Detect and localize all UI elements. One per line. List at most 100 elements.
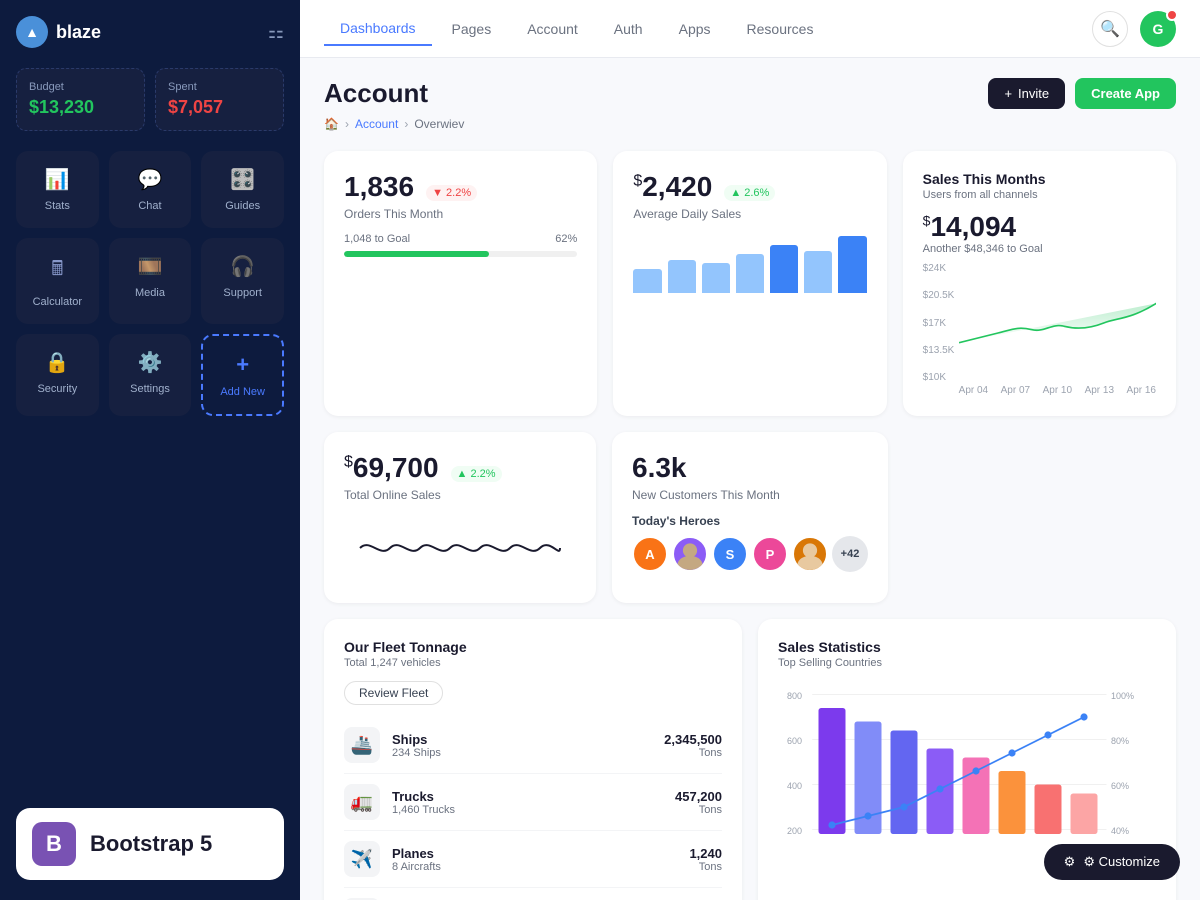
bootstrap-badge: B Bootstrap 5 (16, 808, 284, 880)
page-header: Account + Invite Create App (324, 78, 1176, 109)
plus-icon: + (1004, 86, 1012, 101)
bar-5 (770, 245, 798, 293)
heroes-avatars: A S P +42 (632, 536, 868, 572)
sidebar-item-support[interactable]: 🎧 Support (201, 238, 284, 324)
tab-pages[interactable]: Pages (436, 12, 508, 46)
daily-sales-card: $2,420 ▲ 2.6% Average Daily Sales (613, 151, 886, 416)
online-sales-value: $69,700 (344, 452, 439, 484)
top-nav: Dashboards Pages Account Auth Apps Resou… (300, 0, 1200, 58)
fleet-card: Our Fleet Tonnage Total 1,247 vehicles R… (324, 619, 742, 900)
hero-avatar-4: P (752, 536, 788, 572)
page-actions: + Invite Create App (988, 78, 1176, 109)
chart-x-labels: Apr 04 Apr 07 Apr 10 Apr 13 Apr 16 (923, 385, 1156, 396)
sidebar-item-calculator[interactable]: 🖩 Calculator (16, 238, 99, 324)
heroes-title: Today's Heroes (632, 514, 868, 528)
bootstrap-label: Bootstrap 5 (90, 831, 212, 857)
trucks-unit: Tons (675, 804, 722, 816)
top-nav-actions: 🔍 G (1092, 11, 1176, 47)
bar-2 (668, 260, 696, 293)
sales-goal-text: Another $48,346 to Goal (923, 243, 1156, 255)
bar-7 (838, 236, 866, 293)
sidebar-item-media[interactable]: 🎞️ Media (109, 238, 192, 324)
customize-button[interactable]: ⚙ ⚙ Customize (1044, 844, 1180, 880)
fleet-row-ships: 🚢 Ships 234 Ships 2,345,500 Tons (344, 717, 722, 774)
new-customers-value: 6.3k (632, 452, 868, 484)
breadcrumb-account[interactable]: Account (355, 117, 398, 131)
sales-month-title: Sales This Months (923, 171, 1156, 187)
hero-avatar-1: A (632, 536, 668, 572)
sales-month-card: Sales This Months Users from all channel… (903, 151, 1176, 416)
main-wrapper: Dashboards Pages Account Auth Apps Resou… (300, 0, 1200, 900)
online-sales-badge: ▲ 2.2% (451, 466, 502, 482)
orders-progress-label: 1,048 to Goal 62% (344, 233, 577, 245)
sales-month-value: $14,094 (923, 211, 1156, 243)
security-icon: 🔒 (45, 350, 70, 375)
add-new-icon: + (236, 352, 249, 378)
stats-label: Stats (45, 200, 70, 212)
stats-row-2: $69,700 ▲ 2.2% Total Online Sales 6.3k N… (324, 432, 1176, 603)
trucks-count: 1,460 Trucks (392, 804, 675, 816)
planes-unit: Tons (689, 861, 722, 873)
daily-sales-number: 2,420 (642, 171, 712, 202)
sales-line-chart: $24K $20.5K $17K $13.5K $10K (923, 263, 1156, 383)
spent-label: Spent (168, 81, 271, 93)
calculator-label: Calculator (33, 296, 83, 308)
fleet-row-trucks: 🚛 Trucks 1,460 Trucks 457,200 Tons (344, 774, 722, 831)
new-customers-card: 6.3k New Customers This Month Today's He… (612, 432, 888, 603)
ships-icon: 🚢 (344, 727, 380, 763)
svg-text:400: 400 (787, 781, 802, 791)
line-chart-svg (959, 263, 1156, 383)
bootstrap-icon: B (32, 822, 76, 866)
tab-apps[interactable]: Apps (663, 12, 727, 46)
menu-icon[interactable]: ⚏ (268, 22, 284, 43)
wavy-chart (344, 518, 576, 578)
orders-badge: ▼ 2.2% (426, 185, 477, 201)
sidebar-item-stats[interactable]: 📊 Stats (16, 151, 99, 228)
bar-chart (633, 233, 866, 293)
add-new-label: Add New (220, 386, 265, 398)
tab-resources[interactable]: Resources (731, 12, 830, 46)
budget-value: $13,230 (29, 97, 132, 118)
tab-account[interactable]: Account (511, 12, 594, 46)
sidebar: ▲ blaze ⚏ Budget $13,230 Spent $7,057 📊 … (0, 0, 300, 900)
svg-text:40%: 40% (1111, 826, 1129, 836)
chat-label: Chat (138, 200, 161, 212)
bar-3 (702, 263, 730, 293)
support-label: Support (223, 287, 262, 299)
sidebar-item-chat[interactable]: 💬 Chat (109, 151, 192, 228)
review-fleet-button[interactable]: Review Fleet (344, 681, 443, 705)
progress-text: 1,048 to Goal (344, 233, 410, 245)
sidebar-item-guides[interactable]: 🎛️ Guides (201, 151, 284, 228)
planes-name: Planes (392, 846, 689, 861)
sales-month-sub: Users from all channels (923, 189, 1156, 201)
sidebar-item-security[interactable]: 🔒 Security (16, 334, 99, 416)
bar-4 (736, 254, 764, 293)
ships-name: Ships (392, 732, 664, 747)
ships-value: 2,345,500 (664, 732, 722, 747)
trucks-name: Trucks (392, 789, 675, 804)
sidebar-item-add-new[interactable]: + Add New (201, 334, 284, 416)
tab-dashboards[interactable]: Dashboards (324, 12, 432, 46)
invite-button[interactable]: + Invite (988, 78, 1065, 109)
logo-area: ▲ blaze (16, 16, 101, 48)
sales-stats-title: Sales Statistics (778, 639, 1156, 655)
tab-auth[interactable]: Auth (598, 12, 659, 46)
user-avatar[interactable]: G (1140, 11, 1176, 47)
support-icon: 🎧 (230, 254, 255, 279)
new-customers-label: New Customers This Month (632, 488, 868, 502)
orders-card: 1,836 ▼ 2.2% Orders This Month 1,048 to … (324, 151, 597, 416)
spent-value: $7,057 (168, 97, 271, 118)
progress-fill (344, 251, 489, 257)
settings-label: Settings (130, 383, 170, 395)
sidebar-item-settings[interactable]: ⚙️ Settings (109, 334, 192, 416)
page-title: Account (324, 78, 428, 109)
stats-row-1: 1,836 ▼ 2.2% Orders This Month 1,048 to … (324, 151, 1176, 416)
main-content: Dashboards Pages Account Auth Apps Resou… (300, 0, 1200, 900)
search-button[interactable]: 🔍 (1092, 11, 1128, 47)
logo-text: blaze (56, 22, 101, 43)
svg-text:60%: 60% (1111, 781, 1129, 791)
online-sales-card: $69,700 ▲ 2.2% Total Online Sales (324, 432, 596, 603)
create-app-button[interactable]: Create App (1075, 78, 1176, 109)
hero-count: +42 (832, 536, 868, 572)
sales-stats-chart: 800 600 400 200 100% 80% 60% 40% (778, 681, 1156, 861)
